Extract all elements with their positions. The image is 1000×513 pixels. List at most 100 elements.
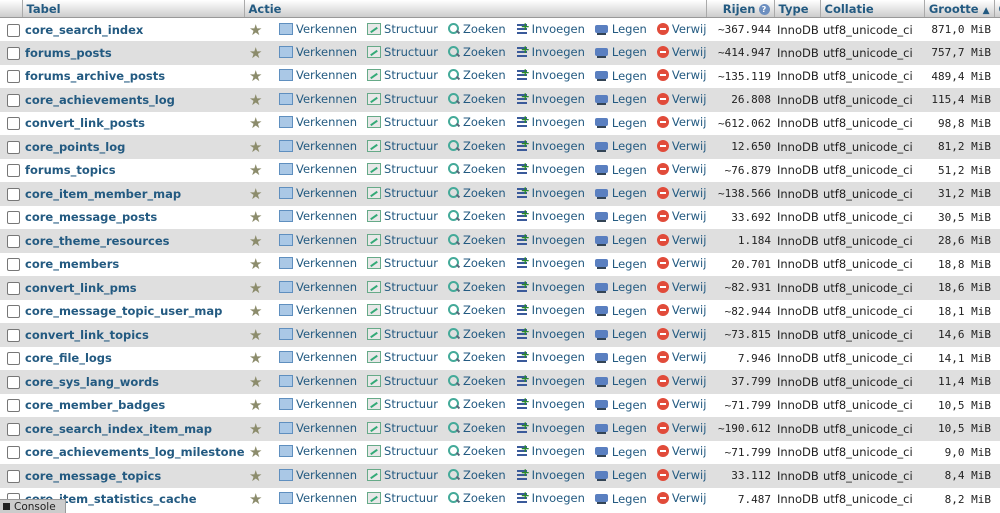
row-checkbox[interactable] bbox=[7, 422, 20, 436]
row-checkbox[interactable] bbox=[7, 469, 20, 483]
browse-action[interactable]: Verkennen bbox=[279, 233, 357, 247]
insert-action[interactable]: Invoegen bbox=[516, 137, 585, 153]
favorite-star-icon[interactable]: ★ bbox=[249, 91, 262, 109]
drop-action[interactable]: Verwijderen bbox=[656, 162, 706, 176]
favorite-star-icon[interactable]: ★ bbox=[249, 279, 262, 297]
search-action[interactable]: Zoeken bbox=[448, 209, 506, 223]
search-action[interactable]: Zoeken bbox=[448, 421, 506, 435]
table-name-link[interactable]: convert_link_posts bbox=[25, 116, 145, 130]
browse-action[interactable]: Verkennen bbox=[279, 444, 357, 458]
structure-action[interactable]: Structuur bbox=[367, 45, 438, 59]
drop-action[interactable]: Verwijderen bbox=[656, 397, 706, 411]
insert-action[interactable]: Invoegen bbox=[516, 231, 585, 247]
browse-action[interactable]: Verkennen bbox=[279, 186, 357, 200]
browse-action[interactable]: Verkennen bbox=[279, 280, 357, 294]
header-rows[interactable]: Rijen? bbox=[706, 0, 775, 18]
table-name-link[interactable]: forums_archive_posts bbox=[25, 69, 165, 83]
favorite-star-icon[interactable]: ★ bbox=[249, 467, 262, 485]
empty-action[interactable]: Legen bbox=[594, 280, 647, 294]
drop-action[interactable]: Verwijderen bbox=[656, 209, 706, 223]
insert-action[interactable]: Invoegen bbox=[516, 90, 585, 106]
search-action[interactable]: Zoeken bbox=[448, 233, 506, 247]
table-name-link[interactable]: core_message_topics bbox=[25, 469, 161, 483]
insert-action[interactable]: Invoegen bbox=[516, 207, 585, 223]
row-checkbox[interactable] bbox=[7, 211, 20, 225]
empty-action[interactable]: Legen bbox=[594, 69, 647, 83]
empty-action[interactable]: Legen bbox=[594, 398, 647, 412]
row-checkbox[interactable] bbox=[7, 140, 20, 154]
structure-action[interactable]: Structuur bbox=[367, 350, 438, 364]
browse-action[interactable]: Verkennen bbox=[279, 303, 357, 317]
row-checkbox[interactable] bbox=[7, 70, 20, 84]
favorite-star-icon[interactable]: ★ bbox=[249, 208, 262, 226]
structure-action[interactable]: Structuur bbox=[367, 256, 438, 270]
structure-action[interactable]: Structuur bbox=[367, 139, 438, 153]
favorite-star-icon[interactable]: ★ bbox=[249, 326, 262, 344]
drop-action[interactable]: Verwijderen bbox=[656, 374, 706, 388]
insert-action[interactable]: Invoegen bbox=[516, 113, 585, 129]
favorite-star-icon[interactable]: ★ bbox=[249, 185, 262, 203]
empty-action[interactable]: Legen bbox=[594, 116, 647, 130]
browse-action[interactable]: Verkennen bbox=[279, 22, 357, 36]
row-checkbox[interactable] bbox=[7, 352, 20, 366]
favorite-star-icon[interactable]: ★ bbox=[249, 161, 262, 179]
insert-action[interactable]: Invoegen bbox=[516, 43, 585, 59]
search-action[interactable]: Zoeken bbox=[448, 397, 506, 411]
favorite-star-icon[interactable]: ★ bbox=[249, 138, 262, 156]
favorite-star-icon[interactable]: ★ bbox=[249, 490, 262, 508]
structure-action[interactable]: Structuur bbox=[367, 303, 438, 317]
drop-action[interactable]: Verwijderen bbox=[656, 68, 706, 82]
search-action[interactable]: Zoeken bbox=[448, 444, 506, 458]
search-action[interactable]: Zoeken bbox=[448, 256, 506, 270]
search-action[interactable]: Zoeken bbox=[448, 303, 506, 317]
empty-action[interactable]: Legen bbox=[594, 492, 647, 506]
drop-action[interactable]: Verwijderen bbox=[656, 22, 706, 36]
table-name-link[interactable]: core_file_logs bbox=[25, 351, 112, 365]
browse-action[interactable]: Verkennen bbox=[279, 162, 357, 176]
browse-action[interactable]: Verkennen bbox=[279, 209, 357, 223]
insert-action[interactable]: Invoegen bbox=[516, 160, 585, 176]
favorite-star-icon[interactable]: ★ bbox=[249, 373, 262, 391]
empty-action[interactable]: Legen bbox=[594, 468, 647, 482]
search-action[interactable]: Zoeken bbox=[448, 491, 506, 505]
drop-action[interactable]: Verwijderen bbox=[656, 233, 706, 247]
favorite-star-icon[interactable]: ★ bbox=[249, 302, 262, 320]
empty-action[interactable]: Legen bbox=[594, 186, 647, 200]
search-action[interactable]: Zoeken bbox=[448, 350, 506, 364]
insert-action[interactable]: Invoegen bbox=[516, 278, 585, 294]
insert-action[interactable]: Invoegen bbox=[516, 395, 585, 411]
header-table[interactable]: Tabel bbox=[22, 0, 245, 18]
search-action[interactable]: Zoeken bbox=[448, 162, 506, 176]
row-checkbox[interactable] bbox=[7, 305, 20, 319]
table-name-link[interactable]: core_member_badges bbox=[25, 398, 165, 412]
favorite-star-icon[interactable]: ★ bbox=[249, 349, 262, 367]
search-action[interactable]: Zoeken bbox=[448, 115, 506, 129]
insert-action[interactable]: Invoegen bbox=[516, 66, 585, 82]
structure-action[interactable]: Structuur bbox=[367, 162, 438, 176]
table-name-link[interactable]: core_theme_resources bbox=[25, 234, 170, 248]
search-action[interactable]: Zoeken bbox=[448, 45, 506, 59]
row-checkbox[interactable] bbox=[7, 281, 20, 295]
empty-action[interactable]: Legen bbox=[594, 92, 647, 106]
structure-action[interactable]: Structuur bbox=[367, 374, 438, 388]
header-size[interactable]: Grootte ▲ bbox=[924, 0, 995, 18]
table-name-link[interactable]: forums_posts bbox=[25, 46, 112, 60]
insert-action[interactable]: Invoegen bbox=[516, 466, 585, 482]
empty-action[interactable]: Legen bbox=[594, 22, 647, 36]
browse-action[interactable]: Verkennen bbox=[279, 115, 357, 129]
table-name-link[interactable]: core_achievements_log bbox=[25, 93, 175, 107]
browse-action[interactable]: Verkennen bbox=[279, 139, 357, 153]
insert-action[interactable]: Invoegen bbox=[516, 419, 585, 435]
favorite-star-icon[interactable]: ★ bbox=[249, 67, 262, 85]
table-name-link[interactable]: core_item_member_map bbox=[25, 187, 181, 201]
drop-action[interactable]: Verwijderen bbox=[656, 280, 706, 294]
insert-action[interactable]: Invoegen bbox=[516, 442, 585, 458]
browse-action[interactable]: Verkennen bbox=[279, 397, 357, 411]
table-name-link[interactable]: core_points_log bbox=[25, 140, 125, 154]
empty-action[interactable]: Legen bbox=[594, 45, 647, 59]
drop-action[interactable]: Verwijderen bbox=[656, 444, 706, 458]
browse-action[interactable]: Verkennen bbox=[279, 68, 357, 82]
drop-action[interactable]: Verwijderen bbox=[656, 92, 706, 106]
favorite-star-icon[interactable]: ★ bbox=[249, 21, 262, 39]
empty-action[interactable]: Legen bbox=[594, 233, 647, 247]
